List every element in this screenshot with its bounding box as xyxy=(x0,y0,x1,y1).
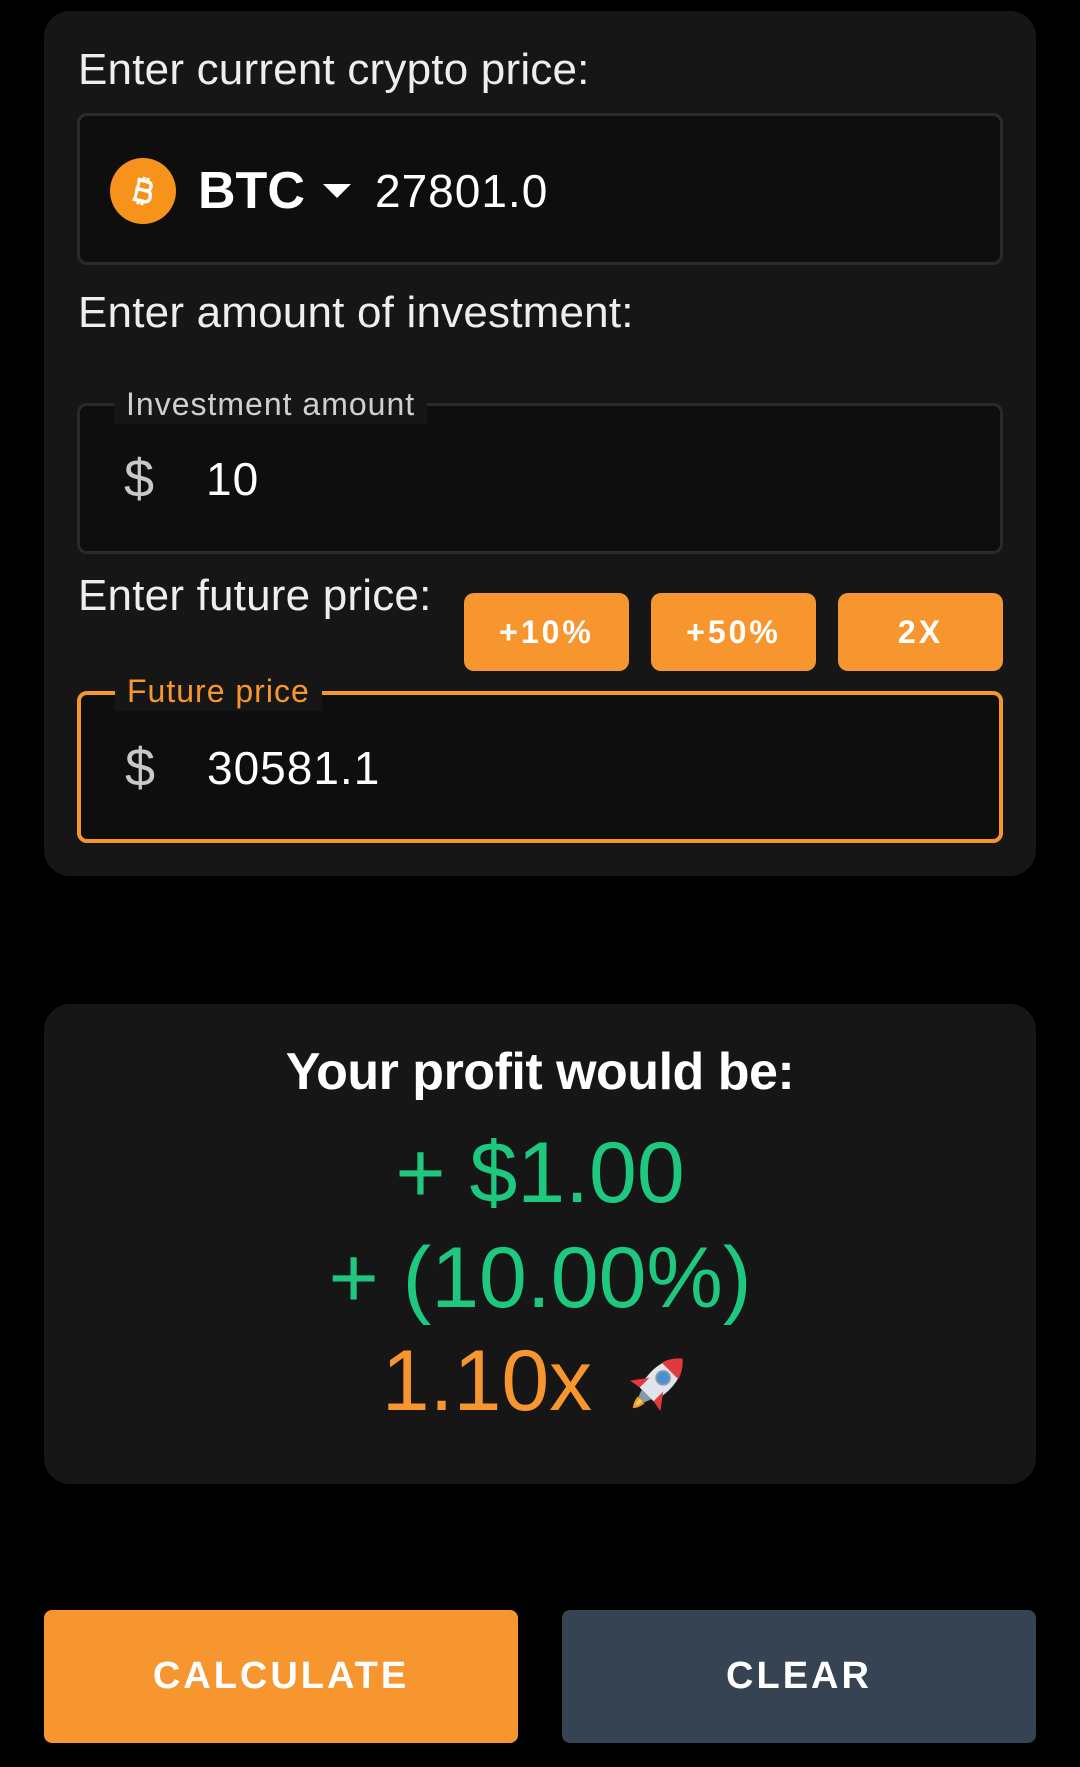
dollar-icon: $ xyxy=(124,449,155,509)
dollar-icon: $ xyxy=(125,738,156,798)
current-price-label: Enter current crypto price: xyxy=(78,45,590,94)
coin-symbol: BTC xyxy=(198,162,305,220)
bitcoin-icon[interactable] xyxy=(110,158,176,224)
calculate-button[interactable]: CALCULATE xyxy=(44,1610,518,1743)
investment-amount-field[interactable]: Investment amount $ 10 xyxy=(77,384,1003,554)
plus-10-percent-button[interactable]: +10% xyxy=(464,593,629,671)
multiplier-row: 1.10x xyxy=(44,1332,1036,1431)
investment-label: Enter amount of investment: xyxy=(78,288,634,337)
investment-amount-legend: Investment amount xyxy=(114,384,428,424)
investment-amount-input[interactable]: 10 xyxy=(206,446,259,512)
current-price-field[interactable]: BTC 27801.0 xyxy=(77,113,1003,265)
coin-dropdown[interactable]: BTC xyxy=(198,158,351,224)
multiplier-value: 1.10x xyxy=(381,1333,593,1429)
result-card: Your profit would be: + $1.00 + (10.00%)… xyxy=(44,1004,1036,1484)
input-card: Enter current crypto price: BTC 27801.0 … xyxy=(44,11,1036,876)
future-price-input[interactable]: 30581.1 xyxy=(207,735,380,801)
caret-down-icon xyxy=(322,184,351,198)
double-price-button[interactable]: 2X xyxy=(838,593,1003,671)
profit-amount: + $1.00 xyxy=(395,1125,685,1221)
result-title: Your profit would be: xyxy=(285,1043,795,1101)
current-price-input[interactable]: 27801.0 xyxy=(375,158,548,224)
clear-button[interactable]: CLEAR xyxy=(562,1610,1036,1743)
future-price-legend: Future price xyxy=(115,671,322,711)
future-price-label: Enter future price: xyxy=(78,571,432,620)
profit-percent: + (10.00%) xyxy=(328,1230,752,1326)
future-price-field[interactable]: Future price $ 30581.1 xyxy=(77,671,1003,843)
rocket-icon xyxy=(630,1357,683,1411)
plus-50-percent-button[interactable]: +50% xyxy=(651,593,816,671)
